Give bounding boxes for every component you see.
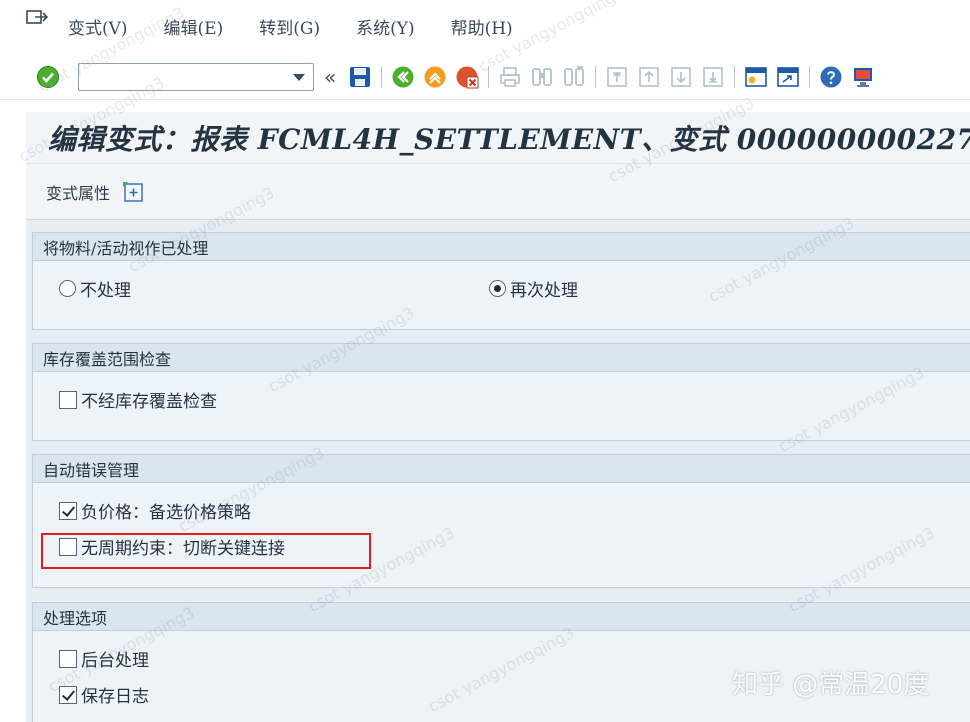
- new-session-icon[interactable]: [744, 65, 768, 89]
- skip-inventory-check-label: 不经库存覆盖检查: [81, 392, 217, 412]
- negative-price-label: 负价格：备选价格策略: [81, 503, 251, 523]
- page-title: 编辑变式：报表 FCML4H_SETTLEMENT、变式 00000000022…: [48, 122, 970, 156]
- toolbar-divider: [809, 65, 811, 88]
- radio-button-selected[interactable]: [489, 280, 506, 297]
- save-log-label: 保存日志: [81, 687, 149, 707]
- radio-process-again-label: 再次处理: [510, 281, 578, 301]
- enter-check-icon[interactable]: [36, 65, 60, 89]
- group-inventory-coverage: 库存覆盖范围检查 不经库存覆盖检查: [32, 343, 970, 441]
- previous-page-icon[interactable]: [637, 65, 661, 89]
- menu-variant[interactable]: 变式(V): [68, 14, 128, 39]
- exit-menu-icon[interactable]: [26, 10, 48, 28]
- group-header-processing: 处理选项: [33, 603, 970, 631]
- shortcut-icon[interactable]: [776, 65, 800, 89]
- command-input[interactable]: [79, 63, 284, 90]
- annotation-highlight-box: [41, 533, 371, 569]
- checkbox-save-log[interactable]: 保存日志: [59, 682, 149, 707]
- checkbox-background-processing[interactable]: 后台处理: [59, 646, 149, 671]
- next-page-icon[interactable]: [669, 65, 693, 89]
- checkbox-checked[interactable]: [59, 501, 77, 520]
- group-materials-processed: 将物料/活动视作已处理 不处理 再次处理: [32, 232, 970, 330]
- menu-goto[interactable]: 转到(G): [259, 14, 320, 39]
- menu-system[interactable]: 系统(Y): [356, 14, 415, 39]
- help-icon[interactable]: [819, 65, 843, 89]
- group-header-materials: 将物料/活动视作已处理: [33, 233, 970, 261]
- toolbar-divider: [488, 65, 490, 88]
- menu-help[interactable]: 帮助(H): [451, 14, 513, 39]
- group-processing-options: 处理选项 后台处理 保存日志: [32, 602, 970, 722]
- checkbox[interactable]: [59, 649, 77, 668]
- find-icon[interactable]: [530, 65, 554, 89]
- checkbox[interactable]: [59, 390, 77, 409]
- customize-layout-icon[interactable]: [851, 65, 875, 89]
- first-page-icon[interactable]: [605, 65, 629, 89]
- toolbar-divider: [595, 65, 597, 88]
- command-field[interactable]: [78, 62, 314, 91]
- menu-edit[interactable]: 编辑(E): [164, 14, 224, 39]
- find-next-icon[interactable]: [562, 65, 586, 89]
- zhihu-watermark: 知乎 @常温20度: [732, 670, 930, 700]
- radio-button[interactable]: [59, 280, 76, 297]
- checkbox-checked[interactable]: [59, 685, 77, 704]
- group-header-auto-error: 自动错误管理: [33, 455, 970, 483]
- last-page-icon[interactable]: [701, 65, 725, 89]
- standard-toolbar: «: [0, 54, 970, 100]
- variant-attributes-button[interactable]: 变式属性: [46, 180, 110, 204]
- variant-attributes-icon[interactable]: [122, 181, 144, 203]
- checkbox-skip-inventory-check[interactable]: 不经库存覆盖检查: [59, 387, 217, 412]
- title-bar: 编辑变式：报表 FCML4H_SETTLEMENT、变式 00000000022…: [26, 112, 970, 164]
- menu-bar: 变式(V) 编辑(E) 转到(G) 系统(Y) 帮助(H): [0, 0, 970, 52]
- selection-screen: 将物料/活动视作已处理 不处理 再次处理 库存覆盖范围检查 不经库存覆盖检查 自…: [26, 220, 970, 722]
- radio-process-again[interactable]: 再次处理: [489, 276, 578, 301]
- application-toolbar: 变式属性: [26, 164, 970, 220]
- radio-no-process[interactable]: 不处理: [59, 276, 131, 301]
- exit-icon[interactable]: [423, 65, 447, 89]
- toolbar-divider: [381, 65, 383, 88]
- radio-no-process-label: 不处理: [80, 281, 131, 301]
- chevron-down-icon[interactable]: [293, 73, 305, 81]
- background-processing-label: 后台处理: [81, 651, 149, 671]
- toolbar-divider: [734, 65, 736, 88]
- collapse-toolbar-button[interactable]: «: [324, 65, 336, 89]
- print-icon[interactable]: [498, 65, 522, 89]
- group-header-inventory: 库存覆盖范围检查: [33, 344, 970, 372]
- save-icon[interactable]: [348, 65, 372, 89]
- cancel-icon[interactable]: [455, 65, 479, 89]
- back-icon[interactable]: [391, 65, 415, 89]
- checkbox-negative-price[interactable]: 负价格：备选价格策略: [59, 498, 251, 523]
